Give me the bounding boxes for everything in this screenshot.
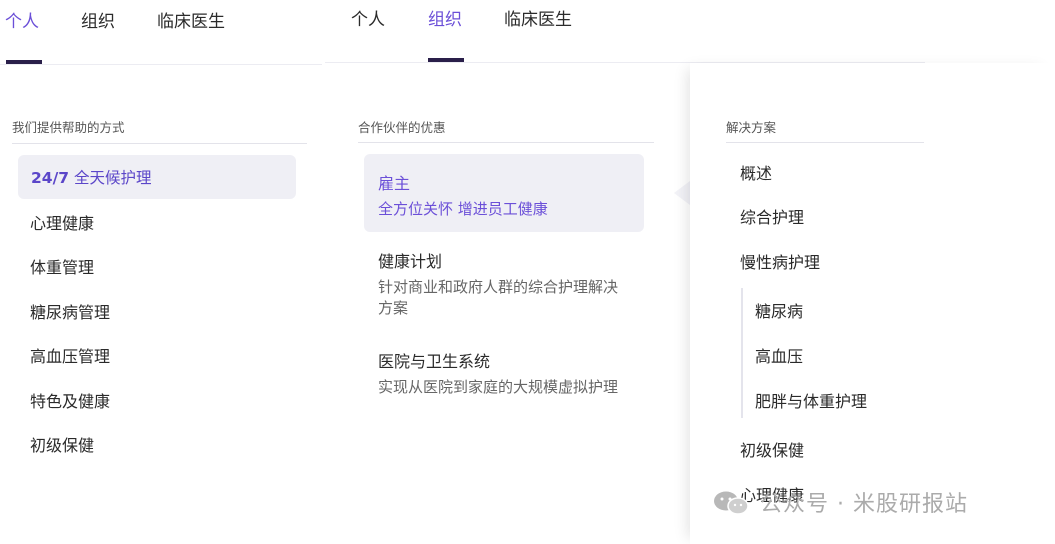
tab-clinicians[interactable]: 临床医生 <box>504 8 572 32</box>
section-divider <box>726 142 924 143</box>
card-title: 医院与卫生系统 <box>378 352 491 371</box>
menu-item-primary-care[interactable]: 初级保健 <box>30 432 94 456</box>
menu-item-diabetes[interactable]: 糖尿病管理 <box>30 299 110 323</box>
card-title: 雇主 <box>378 174 411 193</box>
section-divider <box>358 142 654 143</box>
solutions-item-integrated-care[interactable]: 综合护理 <box>740 204 804 228</box>
menu-item-hypertension[interactable]: 高血压管理 <box>30 343 110 367</box>
solutions-item-chronic-care[interactable]: 慢性病护理 <box>740 249 820 273</box>
solutions-subitem-hypertension[interactable]: 高血压 <box>755 343 803 367</box>
section-heading: 解决方案 <box>726 120 777 135</box>
card-desc: 全方位关怀 增进员工健康 <box>378 200 548 218</box>
solutions-item-primary-care[interactable]: 初级保健 <box>740 437 804 461</box>
section-divider <box>12 143 307 144</box>
tab-clinicians[interactable]: 临床医生 <box>157 10 225 34</box>
solutions-subitem-obesity[interactable]: 肥胖与体重护理 <box>755 388 867 412</box>
menu-item-label: 24/7 全天候护理 <box>31 169 152 187</box>
card-desc: 针对商业和政府人群的综合护理解决方案 <box>378 278 619 317</box>
menu-item-mental-health[interactable]: 心理健康 <box>30 210 94 234</box>
menu-item-weight[interactable]: 体重管理 <box>30 254 94 278</box>
card-title: 健康计划 <box>378 252 443 271</box>
card-hospitals[interactable]: 医院与卫生系统 实现从医院到家庭的大规模虚拟护理 <box>364 340 644 430</box>
submenu-guide-line <box>741 288 743 418</box>
tab-organization[interactable]: 组织 <box>81 10 115 34</box>
wechat-icon <box>714 491 749 515</box>
menu-item-24-7-care[interactable]: 24/7 全天候护理 <box>18 155 296 199</box>
watermark-text: 公众号 · 米股研报站 <box>760 492 968 517</box>
card-desc: 实现从医院到家庭的大规模虚拟护理 <box>378 378 619 396</box>
tab-individual[interactable]: 个人 <box>351 8 385 32</box>
section-heading: 合作伙伴的优惠 <box>358 120 446 135</box>
menu-item-specialty[interactable]: 特色及健康 <box>30 388 110 412</box>
card-employers[interactable]: 雇主 全方位关怀 增进员工健康 <box>364 154 644 232</box>
pointer-arrow <box>674 181 690 205</box>
section-heading: 我们提供帮助的方式 <box>12 120 125 135</box>
solutions-item-overview[interactable]: 概述 <box>740 160 772 184</box>
solutions-subitem-diabetes[interactable]: 糖尿病 <box>755 298 803 322</box>
tab-individual[interactable]: 个人 <box>5 10 39 34</box>
tab-organization[interactable]: 组织 <box>428 8 462 32</box>
nav-divider <box>0 64 322 65</box>
card-health-plans[interactable]: 健康计划 针对商业和政府人群的综合护理解决方案 <box>364 240 644 330</box>
